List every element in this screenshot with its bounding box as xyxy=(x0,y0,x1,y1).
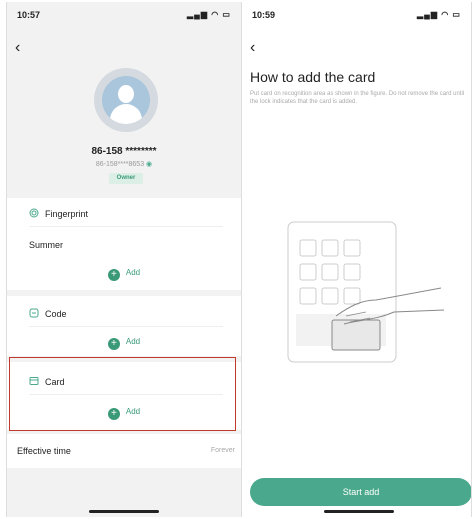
code-label: Code xyxy=(45,309,67,319)
code-icon xyxy=(29,308,39,318)
card-placement-illustration xyxy=(287,221,445,363)
divider xyxy=(29,326,223,327)
owner-badge: Owner xyxy=(109,173,143,184)
code-section: Code + Add xyxy=(7,296,241,356)
add-fingerprint-button[interactable]: + Add xyxy=(7,268,241,281)
home-indicator xyxy=(89,510,159,513)
instruction-text: Put card on recognition area as shown in… xyxy=(250,91,465,105)
code-title: Code xyxy=(29,308,67,319)
effective-time-value: Forever xyxy=(210,447,235,454)
add-code-button[interactable]: + Add xyxy=(7,337,241,350)
page-title: How to add the card xyxy=(250,69,376,85)
fingerprint-section: Fingerprint Summer + Add xyxy=(7,198,241,290)
avatar xyxy=(94,68,158,132)
back-arrow-icon[interactable]: ‹ xyxy=(250,40,255,56)
add-fingerprint-label: Add xyxy=(125,268,141,277)
user-phone: 86-158****8653 ◉ xyxy=(7,160,241,168)
start-add-button[interactable]: Start add xyxy=(250,478,471,506)
profile-header: 86-158 ******** 86-158****8653 ◉ Owner xyxy=(7,58,241,192)
fingerprint-title: Fingerprint xyxy=(29,208,88,219)
user-name: 86-158 ******** xyxy=(91,146,157,157)
plus-icon: + xyxy=(107,269,120,281)
effective-time-row[interactable]: Effective time Forever xyxy=(7,434,241,468)
plus-icon: + xyxy=(107,338,120,350)
fingerprint-entry[interactable]: Summer xyxy=(29,240,63,250)
status-bar: 10:59 ▂▄▆ ◠ ▭ xyxy=(246,8,471,24)
status-time: 10:59 xyxy=(252,10,276,20)
card-highlight-box xyxy=(9,357,236,431)
effective-time-label: Effective time xyxy=(17,446,71,456)
status-time: 10:57 xyxy=(17,10,41,20)
home-indicator xyxy=(323,510,394,513)
eye-icon[interactable]: ◉ xyxy=(146,161,152,168)
user-icon xyxy=(102,76,150,124)
fingerprint-icon xyxy=(29,208,39,218)
status-icons: ▂▄▆ ◠ ▭ xyxy=(417,10,461,19)
fingerprint-label: Fingerprint xyxy=(45,209,89,219)
add-code-label: Add xyxy=(125,337,141,346)
user-phone-text: 86-158****8653 xyxy=(95,161,145,168)
divider xyxy=(29,226,223,227)
status-bar: 10:57 ▂▄▆ ◠ ▭ xyxy=(7,8,241,24)
back-arrow-icon[interactable]: ‹ xyxy=(15,40,20,56)
status-icons: ▂▄▆ ◠ ▭ xyxy=(187,10,231,19)
add-card-screen: 10:59 ▂▄▆ ◠ ▭ ‹ How to add the card Put … xyxy=(246,2,472,517)
user-detail-screen: 10:57 ▂▄▆ ◠ ▭ ‹ 86-158 ******** 86-158**… xyxy=(6,2,242,517)
